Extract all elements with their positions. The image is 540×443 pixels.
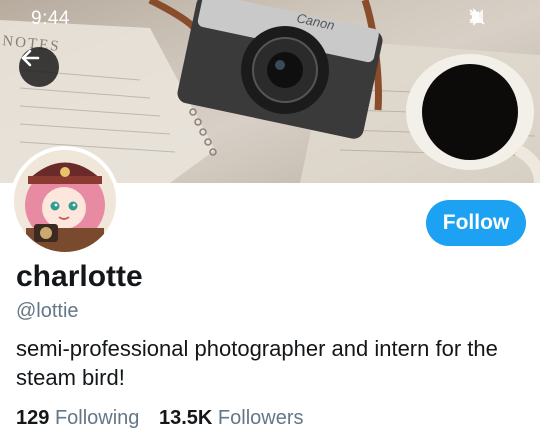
avatar-image — [14, 150, 116, 252]
profile-stats: 129 Following 13.5K Followers — [16, 407, 318, 430]
followers-stat[interactable]: 13.5K Followers — [159, 407, 304, 429]
status-time: 9:44 — [31, 8, 70, 29]
following-count: 129 — [16, 407, 50, 429]
status-bar: 9:44 — [0, 0, 540, 36]
display-name: charlotte — [16, 260, 143, 293]
followers-label: Followers — [217, 407, 304, 429]
profile-bio: semi-professional photographer and inter… — [16, 336, 498, 390]
user-handle: @lottie — [16, 300, 79, 322]
following-label: Following — [54, 407, 140, 429]
following-stat[interactable]: 129 Following — [16, 407, 145, 429]
back-button[interactable] — [19, 47, 59, 87]
followers-count: 13.5K — [158, 407, 213, 429]
avatar[interactable] — [10, 146, 120, 256]
follow-button[interactable]: Follow — [426, 200, 526, 246]
